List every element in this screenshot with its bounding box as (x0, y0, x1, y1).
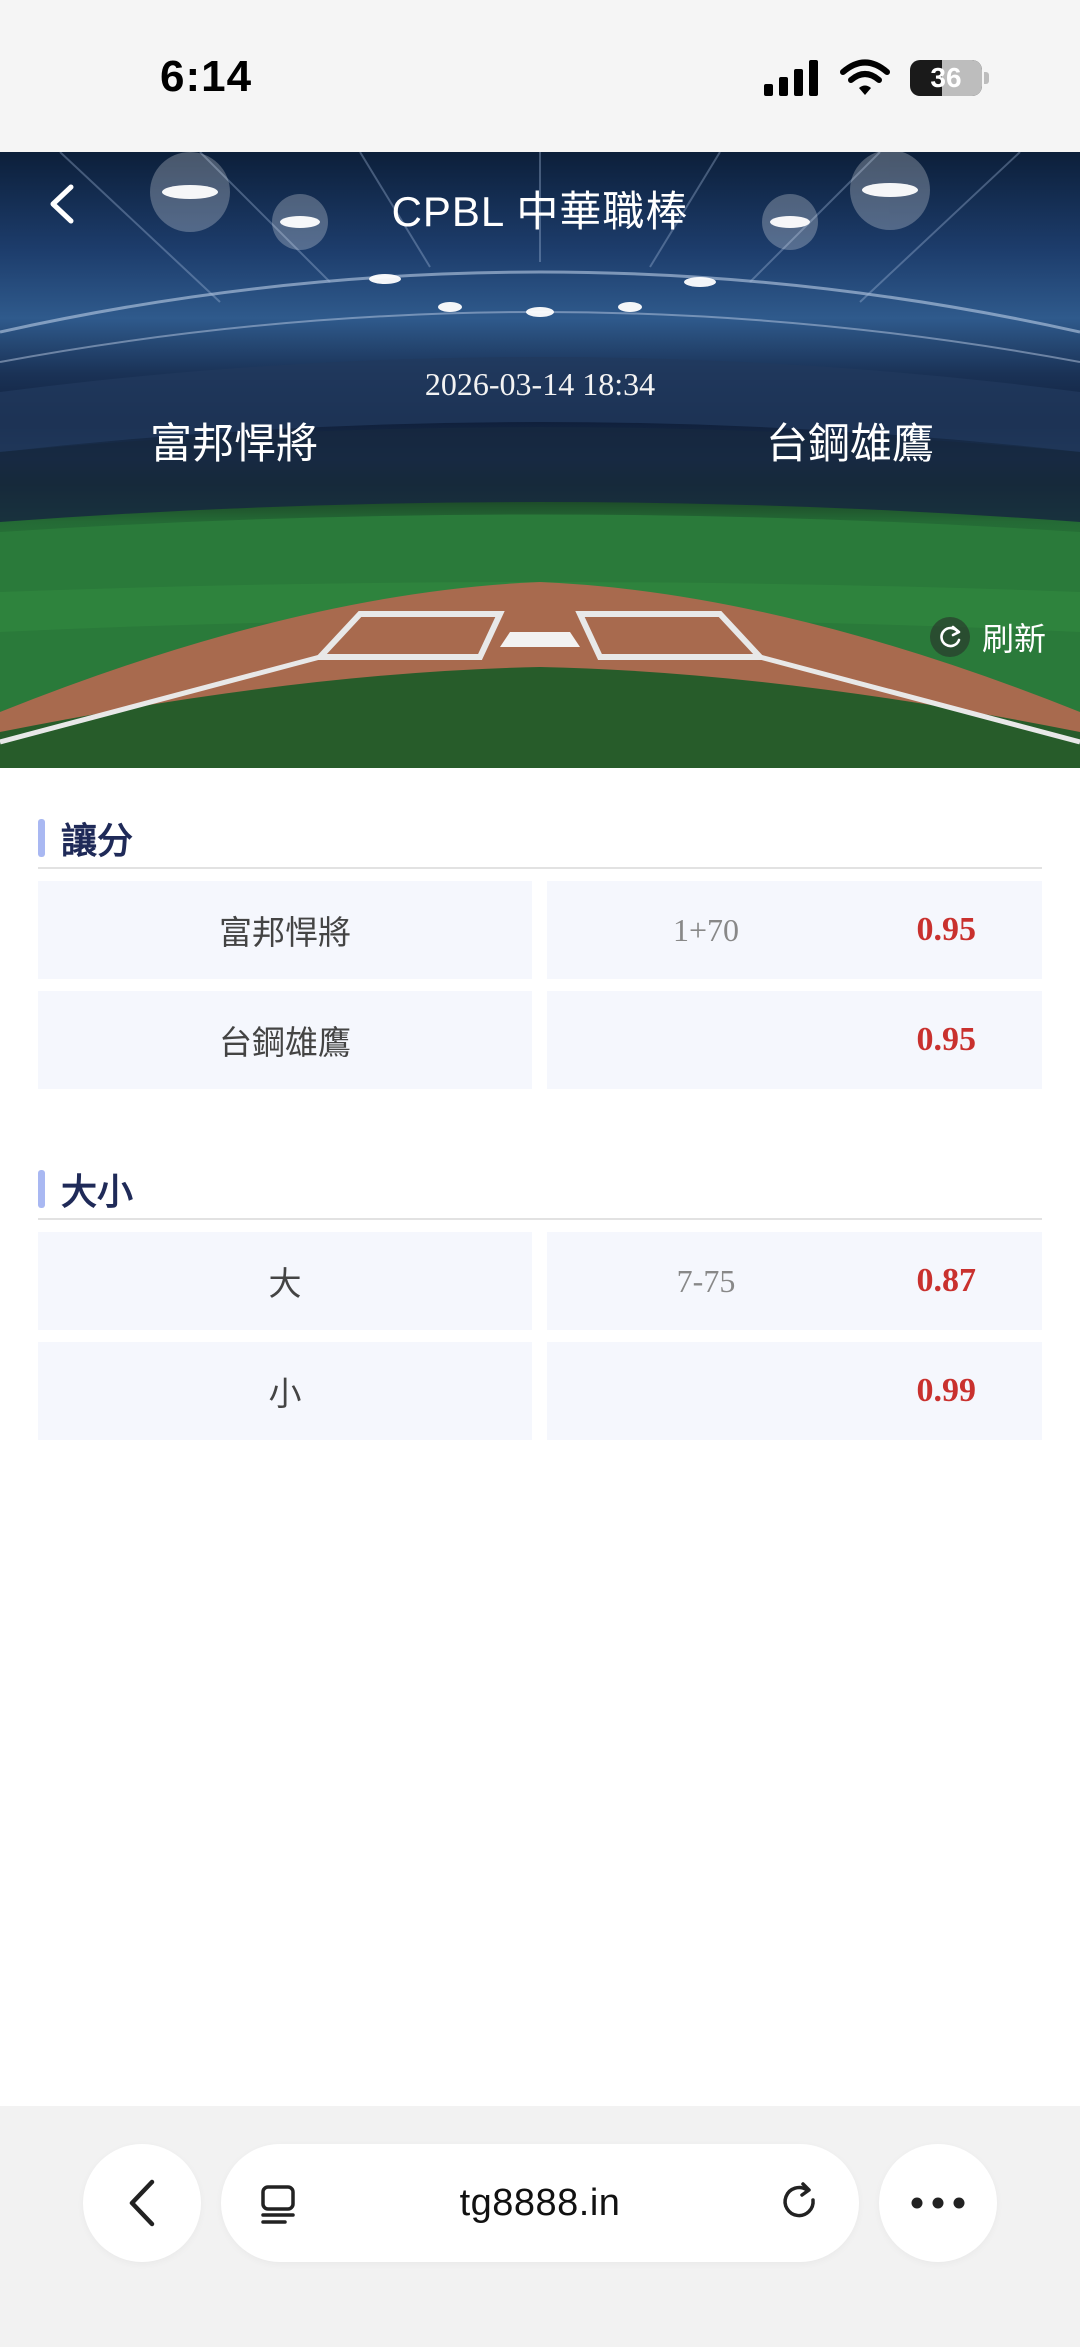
wifi-icon (840, 59, 890, 95)
battery-icon: 36 (910, 60, 989, 96)
section-header: 大小 (38, 1160, 1042, 1220)
address-bar[interactable]: tg8888.in (221, 2144, 859, 2262)
section-header: 讓分 (38, 809, 1042, 869)
chevron-left-icon (129, 2179, 155, 2227)
bet-row: 台鋼雄鷹 0.95 (38, 991, 1042, 1089)
match-datetime: 2026-03-14 18:34 (424, 366, 656, 402)
section-title: 大小 (61, 1171, 134, 1212)
more-icon (911, 2197, 965, 2209)
status-icons: 36 (764, 56, 989, 100)
bet-option-label[interactable]: 小 (38, 1342, 532, 1440)
home-team-name: 富邦悍將 (150, 420, 319, 467)
bet-option-label[interactable]: 大 (38, 1232, 532, 1330)
bet-row: 富邦悍將 1+70 0.95 (38, 881, 1042, 979)
status-time: 6:14 (160, 52, 253, 101)
url-text[interactable]: tg8888.in (221, 2182, 859, 2225)
bet-row: 小 0.99 (38, 1342, 1042, 1440)
refresh-icon (930, 617, 970, 657)
handicap-line: 1+70 (672, 912, 740, 948)
handicap-line (547, 991, 865, 1089)
refresh-label: 刷新 (982, 621, 1047, 657)
odds-value: 0.95 (916, 1021, 977, 1058)
browser-back-button[interactable] (83, 2144, 201, 2262)
section-title: 讓分 (61, 820, 134, 861)
section-accent-bar (38, 819, 45, 857)
bet-option-label[interactable]: 富邦悍將 (38, 881, 532, 979)
browser-toolbar: tg8888.in (0, 2106, 1080, 2347)
odds-value: 0.99 (916, 1372, 977, 1409)
total-line (547, 1342, 865, 1440)
bet-odds-cell[interactable]: 0.95 (547, 991, 1042, 1089)
section-handicap: 讓分 富邦悍將 1+70 0.95 台鋼雄鷹 0.95 (38, 809, 1042, 1089)
bet-odds-cell[interactable]: 0.99 (547, 1342, 1042, 1440)
refresh-button[interactable]: 刷新 (930, 614, 1046, 660)
odds-value: 0.95 (916, 911, 977, 948)
more-options-button[interactable] (879, 2144, 997, 2262)
bet-odds-cell[interactable]: 1+70 0.95 (547, 881, 1042, 979)
bet-row: 大 7-75 0.87 (38, 1232, 1042, 1330)
away-team-name: 台鋼雄鷹 (766, 420, 935, 467)
bet-odds-cell[interactable]: 7-75 0.87 (547, 1232, 1042, 1330)
signal-icon (764, 60, 818, 96)
total-line: 7-75 (676, 1263, 736, 1299)
status-bar: 6:14 36 (0, 0, 1080, 152)
battery-level: 36 (930, 62, 962, 93)
reload-icon[interactable] (777, 2180, 823, 2226)
odds-value: 0.87 (916, 1262, 977, 1299)
page-title: CPBL 中華職棒 (391, 188, 689, 235)
bet-option-label[interactable]: 台鋼雄鷹 (38, 991, 532, 1089)
section-accent-bar (38, 1170, 45, 1208)
match-hero: CPBL 中華職棒 2026-03-14 18:34 富邦悍將 台鋼雄鷹 刷新 (0, 152, 1080, 768)
section-over-under: 大小 大 7-75 0.87 小 0.99 (38, 1160, 1042, 1440)
